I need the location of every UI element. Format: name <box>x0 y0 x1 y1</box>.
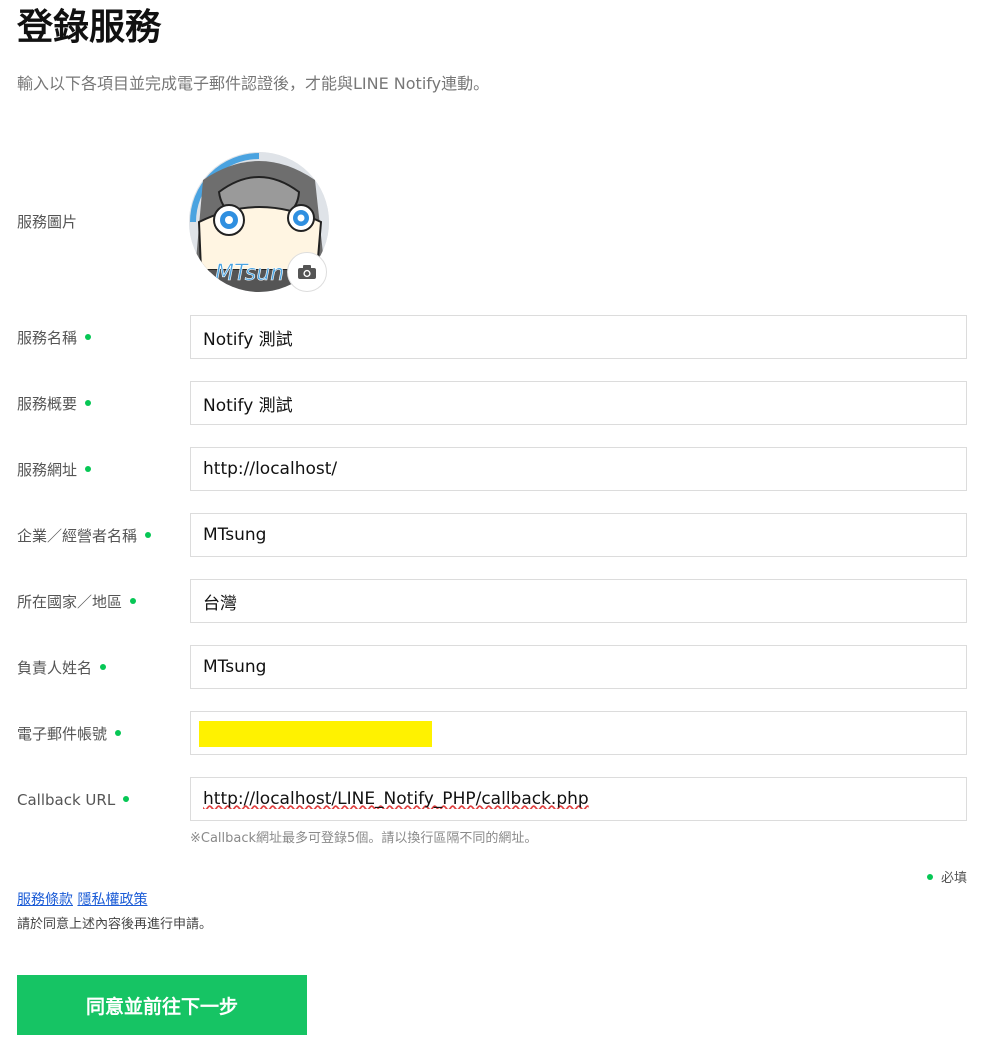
service-url-label-text: 服務網址 <box>17 461 78 479</box>
service-image-uploader[interactable]: MTsun <box>189 152 329 292</box>
service-summary-label-text: 服務概要 <box>17 395 78 413</box>
required-dot <box>85 334 92 340</box>
service-summary-label: 服務概要 <box>17 394 92 414</box>
required-dot <box>145 532 152 538</box>
service-name-label-text: 服務名稱 <box>17 329 78 347</box>
manager-name-input[interactable] <box>191 646 966 688</box>
service-image-label-text: 服務圖片 <box>17 213 78 231</box>
manager-name-label: 負責人姓名 <box>17 658 107 678</box>
company-name-label: 企業／經營者名稱 <box>17 526 152 546</box>
service-name-label: 服務名稱 <box>17 328 92 348</box>
service-image-label: 服務圖片 <box>17 212 77 232</box>
policy-links: 服務條款 隱私權政策 <box>17 889 147 909</box>
privacy-link[interactable]: 隱私權政策 <box>77 892 147 908</box>
callback-hint: ※Callback網址最多可登錄5個。請以換行區隔不同的網址。 <box>190 831 538 846</box>
country-label: 所在國家／地區 <box>17 592 137 612</box>
required-dot <box>926 874 933 880</box>
camera-icon <box>298 265 316 279</box>
email-label: 電子郵件帳號 <box>17 724 122 744</box>
agree-next-button[interactable]: 同意並前往下一步 <box>17 975 307 1035</box>
required-dot <box>130 598 137 604</box>
required-dot <box>85 466 92 472</box>
service-name-input[interactable] <box>191 316 966 358</box>
required-legend: 必填 <box>926 867 967 886</box>
required-dot <box>115 730 122 736</box>
service-url-input[interactable] <box>191 448 966 490</box>
terms-link[interactable]: 服務條款 <box>17 892 73 908</box>
manager-name-label-text: 負責人姓名 <box>17 659 93 677</box>
company-name-input[interactable] <box>191 514 966 556</box>
page-subtitle: 輸入以下各項目並完成電子郵件認證後，才能與LINE Notify連動。 <box>17 74 490 93</box>
page-title: 登錄服務 <box>17 7 162 48</box>
service-url-label: 服務網址 <box>17 460 92 480</box>
svg-text:MTsun: MTsun <box>215 261 284 286</box>
email-redaction-highlight <box>199 721 432 747</box>
required-dot <box>100 664 107 670</box>
required-dot <box>85 400 92 406</box>
email-field[interactable] <box>190 711 967 755</box>
country-field[interactable] <box>190 579 967 623</box>
company-name-label-text: 企業／經營者名稱 <box>17 527 138 545</box>
callback-url-label: Callback URL <box>17 790 130 810</box>
required-legend-text: 必填 <box>940 871 967 886</box>
agreement-text: 請於同意上述內容後再進行申請。 <box>17 917 213 932</box>
service-name-field[interactable] <box>190 315 967 359</box>
callback-url-field[interactable] <box>190 777 967 821</box>
service-url-field[interactable] <box>190 447 967 491</box>
company-name-field[interactable] <box>190 513 967 557</box>
callback-url-label-text: Callback URL <box>17 791 116 809</box>
manager-name-field[interactable] <box>190 645 967 689</box>
change-image-button[interactable] <box>287 252 327 292</box>
country-input[interactable] <box>191 580 966 622</box>
email-label-text: 電子郵件帳號 <box>17 725 108 743</box>
service-summary-input[interactable] <box>191 382 966 424</box>
required-dot <box>123 796 130 802</box>
callback-url-input[interactable] <box>191 778 966 820</box>
service-summary-field[interactable] <box>190 381 967 425</box>
country-label-text: 所在國家／地區 <box>17 593 123 611</box>
